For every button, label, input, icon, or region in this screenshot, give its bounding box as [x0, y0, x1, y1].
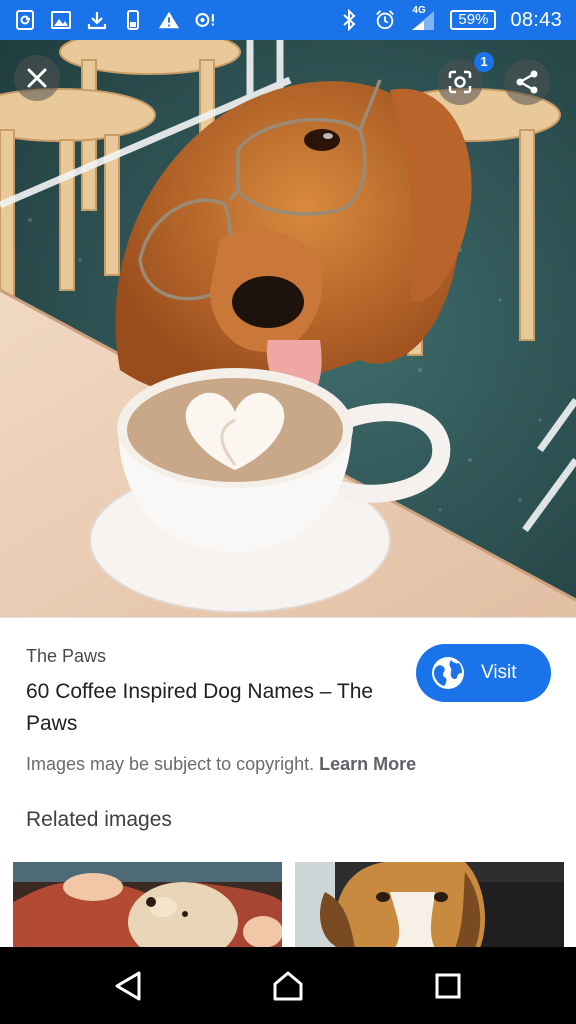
device-icon — [122, 9, 144, 31]
share-icon — [516, 70, 538, 94]
result-info-panel: The Paws 60 Coffee Inspired Dog Names – … — [0, 617, 576, 948]
globe-icon — [432, 657, 464, 689]
close-icon — [27, 68, 47, 88]
download-icon — [86, 9, 108, 31]
signal-icon: 4G — [410, 5, 436, 31]
system-nav-bar — [0, 947, 576, 1024]
battery-icon: 59% — [450, 10, 497, 30]
close-button[interactable] — [14, 55, 60, 101]
result-title[interactable]: 60 Coffee Inspired Dog Names – The Paws — [26, 676, 396, 740]
learn-more-link[interactable]: Learn More — [319, 754, 416, 774]
home-button[interactable] — [268, 966, 308, 1006]
battery-percent: 59% — [458, 11, 489, 28]
warning-icon — [158, 9, 180, 31]
lens-icon — [448, 70, 472, 94]
source-name[interactable]: The Paws — [26, 646, 106, 667]
clock: 08:43 — [510, 8, 562, 31]
dog-latte-photo — [0, 40, 576, 617]
share-button[interactable] — [504, 59, 550, 105]
copyright-text: Images may be subject to copyright. — [26, 754, 315, 774]
image-preview[interactable]: 1 — [0, 40, 576, 617]
home-icon — [273, 971, 303, 1001]
back-icon — [115, 971, 141, 1001]
screenshot-icon — [14, 9, 36, 31]
network-label: 4G — [412, 5, 426, 16]
visit-button[interactable]: Visit — [416, 644, 551, 702]
bluetooth-icon — [338, 9, 360, 31]
alarm-icon — [374, 9, 396, 31]
dog-with-person-thumbnail[interactable] — [13, 862, 282, 948]
recents-button[interactable] — [428, 966, 468, 1006]
sync-alert-icon — [194, 9, 216, 31]
back-button[interactable] — [108, 966, 148, 1006]
lens-badge: 1 — [474, 52, 494, 72]
system-indicators: 4G 59% 08:43 — [338, 5, 562, 33]
status-bar: 4G 59% 08:43 — [0, 0, 576, 40]
beagle-in-car-thumbnail[interactable] — [295, 862, 564, 948]
related-images-heading: Related images — [26, 808, 172, 831]
visit-label: Visit — [481, 662, 517, 683]
notification-icons — [14, 8, 216, 32]
copyright-notice: Images may be subject to copyright. Lear… — [26, 754, 416, 775]
gallery-icon — [50, 9, 72, 31]
recents-icon — [435, 973, 461, 999]
